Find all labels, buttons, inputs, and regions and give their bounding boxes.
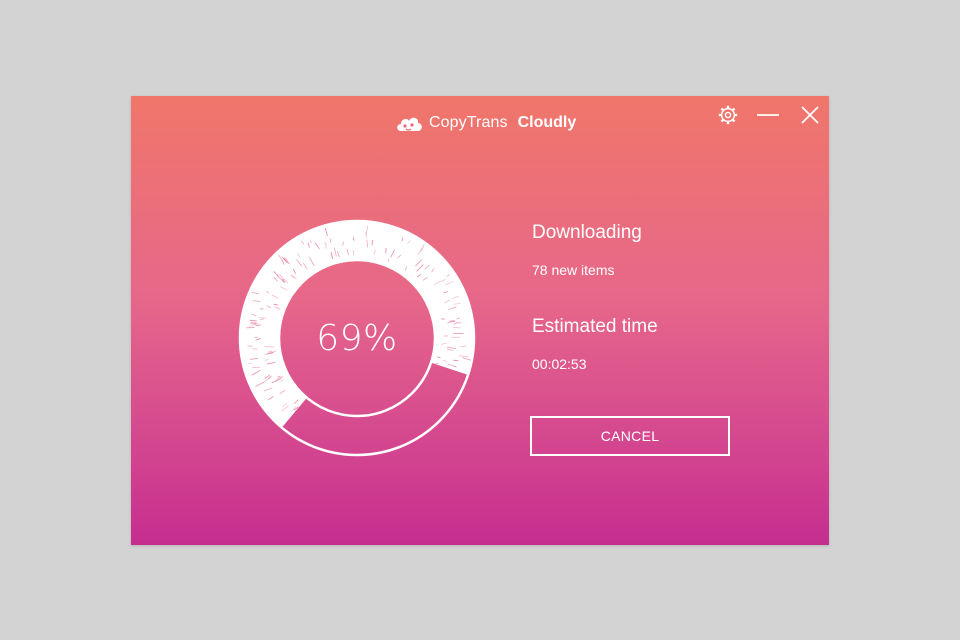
brand-name-bold: Cloudly [517, 114, 577, 131]
minimize-button[interactable] [751, 100, 785, 130]
progress-ring: 69% [235, 216, 479, 460]
eta-title: Estimated time [532, 316, 658, 337]
cancel-button[interactable]: CANCEL [530, 416, 730, 456]
settings-button[interactable] [711, 100, 745, 130]
gear-icon [718, 105, 738, 125]
close-button[interactable] [793, 100, 827, 130]
title-bar: CopyTrans Cloudly [131, 96, 829, 148]
app-logo: CopyTrans Cloudly [395, 110, 576, 136]
eta-value: 00:02:53 [532, 356, 587, 372]
brand-name-light: CopyTrans [429, 114, 508, 131]
progress-percent: 69% [316, 317, 398, 359]
cloud-logo-icon [395, 111, 423, 135]
close-icon [801, 106, 819, 124]
minimize-icon [757, 114, 779, 116]
app-window: CopyTrans Cloudly 69% Downloading 78 new… [131, 96, 829, 545]
status-subtitle: 78 new items [532, 262, 615, 278]
status-title: Downloading [532, 222, 642, 243]
